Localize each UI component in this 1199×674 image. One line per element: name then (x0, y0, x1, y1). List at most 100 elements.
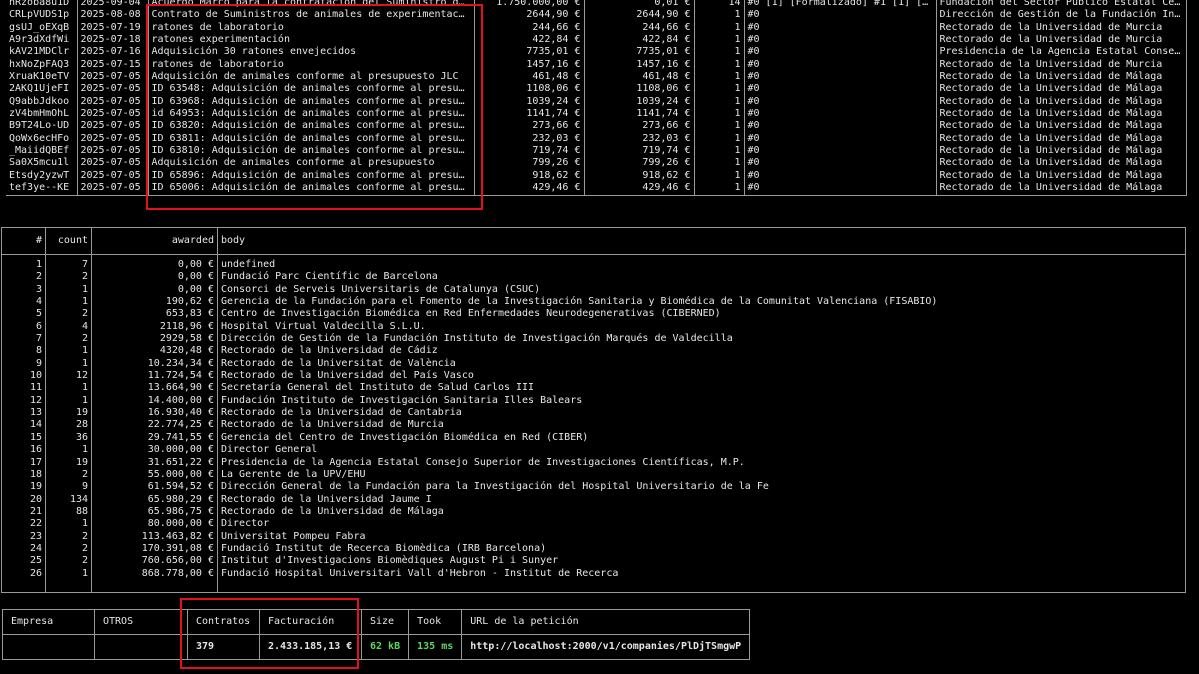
row-body: Director (217, 518, 1186, 531)
table-row[interactable]: 14 28 22.774,25 € Rectorado de la Universid… (2, 419, 1186, 432)
value-url-link[interactable]: http://localhost:2000/v1/companies/PlDjT… (461, 634, 750, 660)
contract-org: Dirección de Gestión de la Fundación Ins… (935, 9, 1187, 22)
table-row[interactable]: 21 88 65.986,75 € Rectorado de la Universid… (2, 505, 1186, 519)
table-row[interactable]: 24 2 170.391,08 € Fundació Institut de Rece… (2, 542, 1186, 556)
table-row[interactable]: Q9abbJdkoo 2025-07-05 ID 63968: Adquisició… (6, 95, 1187, 109)
contract-org: Rectorado de la Universidad de Málaga (935, 132, 1187, 146)
header-body[interactable]: body (217, 227, 1186, 255)
row-awarded: 10.234,34 € (91, 357, 218, 371)
table-row[interactable]: 11 1 13.664,90 € Secretaría General del Ins… (2, 382, 1186, 395)
row-count: 2 (45, 308, 92, 321)
contract-id: Etsdy2yzwT (9, 169, 70, 181)
contract-amount: 1108,06 € (473, 83, 584, 96)
table-row[interactable]: 7 2 2929,58 € Dirección de Gestión de la Fu… (2, 333, 1186, 346)
table-row[interactable]: Etsdy2yzwT 2025-07-05 ID 65896: Adquisició… (6, 169, 1187, 183)
row-awarded: 0,00 € (91, 254, 218, 272)
table-row[interactable]: 12 1 14.400,00 € Fundación Instituto de Inv… (2, 394, 1186, 408)
contract-date: 2025-07-05 (76, 83, 148, 96)
row-awarded: 65.980,29 € (91, 493, 218, 506)
contract-amount: 799,26 € (473, 157, 584, 170)
contract-org: Rectorado de la Universidad de Murcia (935, 58, 1187, 72)
header-count[interactable]: count (45, 227, 92, 255)
value-empresa (3, 635, 95, 660)
table-row[interactable]: 5 2 653,83 € Centro de Investigación Bioméd… (2, 308, 1186, 321)
contract-date: 2025-07-05 (76, 120, 148, 133)
contract-id: tef3ye--KE (6, 182, 77, 196)
row-body: Institut d'Investigacions Biomèdiques Au… (217, 555, 1186, 568)
table-row[interactable]: QoWx6ecHFo 2025-07-05 ID 63811: Adquisició… (6, 132, 1187, 146)
row-num: 23 (29, 530, 42, 542)
table-row[interactable]: hxNoZpFAQ3 2025-07-15 ratones de laborator… (6, 58, 1187, 72)
table-row[interactable]: 15 36 29.741,55 € Gerencia del Centro de In… (2, 431, 1186, 445)
table-row[interactable]: 3 1 0,00 € Consorci de Serveis Universitari… (2, 283, 1186, 297)
contract-count: 1 (693, 9, 744, 22)
table-row[interactable]: hRzoba8u1D 2025-09-04 Acuerdo Marco para l… (6, 0, 1187, 10)
table-row[interactable]: gsUJ_oEXqB 2025-07-19 ratones de laborator… (6, 21, 1187, 35)
table-row[interactable]: 19 9 61.594,52 € Dirección General de la Fu… (2, 481, 1186, 494)
table-row[interactable]: kAV21MDClr 2025-07-16 Adquisición 30 raton… (6, 46, 1187, 59)
contract-status: #0 (743, 34, 937, 47)
table-row[interactable]: 8 1 4320,48 € Rectorado de la Universidad d… (2, 345, 1186, 358)
summary-header-row: Empresa OTROS Contratos Facturación Size… (2, 609, 750, 635)
contract-date: 2025-09-04 (76, 0, 148, 10)
table-row[interactable]: 20 134 65.980,29 € Rectorado de la Universi… (2, 493, 1186, 506)
row-body: Presidencia de la Agencia Estatal Consej… (217, 456, 1186, 469)
table-row[interactable]: 1 7 0,00 € undefined (2, 254, 1186, 272)
contract-amount: 7735,01 € (473, 46, 584, 59)
contract-status: #0 (743, 132, 937, 146)
row-num: 22 (29, 518, 42, 530)
contract-id: zV4bmHmOhL (9, 108, 70, 120)
contract-title: Adquisición 30 ratones envejecidos (147, 46, 475, 59)
row-num: 3 (35, 283, 42, 295)
row-num: 7 (35, 333, 42, 345)
contract-org: Rectorado de la Universidad de Málaga (935, 71, 1187, 84)
header-num[interactable]: # (1, 227, 46, 255)
row-body: Rectorado de la Universidad de Murcia (217, 419, 1186, 432)
table-row[interactable]: Sa0X5mcu1l 2025-07-05 Adquisición de anima… (6, 157, 1187, 170)
contract-count: 14 (693, 0, 744, 10)
table-row[interactable]: 16 1 30.000,00 € Director General (2, 444, 1186, 457)
table-row[interactable]: 26 1 868.778,00 € Fundació Hospital Univers… (2, 567, 1186, 580)
table-row[interactable]: 25 2 760.656,00 € Institut d'Investigacions… (2, 555, 1186, 568)
row-num: 16 (29, 444, 42, 456)
contract-id: Sa0X5mcu1l (9, 157, 70, 169)
contract-id: 2AKQ1UjeFI (9, 83, 70, 95)
table-row[interactable]: 2 2 0,00 € Fundació Parc Científic de Barce… (2, 271, 1186, 284)
table-row[interactable]: 10 12 11.724,54 € Rectorado de la Universid… (2, 370, 1186, 383)
row-body: Fundació Institut de Recerca Biomèdica (… (217, 542, 1186, 556)
table-row[interactable]: XruaK10eTV 2025-07-05 Adquisición de anima… (6, 71, 1187, 84)
table-row[interactable]: 2AKQ1UjeFI 2025-07-05 ID 63548: Adquisició… (6, 83, 1187, 96)
header-url: URL de la petición (461, 609, 750, 635)
contract-date: 2025-07-05 (76, 132, 148, 146)
row-count: 1 (45, 444, 92, 457)
table-row[interactable]: zV4bmHmOhL 2025-07-05 id 64953: Adquisició… (6, 108, 1187, 121)
row-awarded: 760.656,00 € (91, 555, 218, 568)
table-row[interactable]: A9r3dXdfWi 2025-07-18 ratones experimentac… (6, 34, 1187, 47)
contract-awarded: 244,66 € (583, 21, 694, 35)
row-body: Fundació Hospital Universitari Vall d'He… (217, 567, 1186, 580)
contract-title: Adquisición de animales conforme al pres… (147, 71, 475, 84)
table-row[interactable]: 22 1 80.000,00 € Director (2, 518, 1186, 531)
table-row[interactable]: _MaiidQBEf 2025-07-05 ID 63810: Adquisició… (6, 145, 1187, 158)
contract-status: #0 (743, 169, 937, 183)
table-row[interactable]: tef3ye--KE 2025-07-05 ID 65006: Adquisició… (6, 182, 1187, 196)
contract-org: Rectorado de la Universidad de Málaga (935, 120, 1187, 133)
table-row[interactable]: 23 2 113.463,82 € Universitat Pompeu Fabra (2, 530, 1186, 543)
contract-count: 1 (693, 120, 744, 133)
table-row[interactable]: 4 1 190,62 € Gerencia de la Fundación para … (2, 296, 1186, 309)
table-row[interactable]: 17 19 31.651,22 € Presidencia de la Agencia… (2, 456, 1186, 469)
row-count: 1 (45, 296, 92, 309)
contract-amount: 461,48 € (473, 71, 584, 84)
row-num: 24 (29, 542, 42, 554)
row-count: 2 (45, 542, 92, 556)
table-row[interactable]: CRLpVUDS1p 2025-08-08 Contrato de Suminist… (6, 9, 1187, 22)
table-row[interactable]: 9 1 10.234,34 € Rectorado de la Universitat… (2, 357, 1186, 371)
table-row[interactable]: 6 4 2118,96 € Hospital Virtual Valdecilla S… (2, 320, 1186, 334)
table-row[interactable]: B9T24Lo-UD 2025-07-05 ID 63820: Adquisició… (6, 120, 1187, 133)
row-num: 25 (29, 555, 42, 567)
contract-amount: 918,62 € (473, 169, 584, 183)
contract-id: B9T24Lo-UD (9, 120, 70, 132)
header-awarded[interactable]: awarded (91, 227, 218, 255)
table-row[interactable]: 18 2 55.000,00 € La Gerente de la UPV/EHU (2, 468, 1186, 482)
table-row[interactable]: 13 19 16.930,40 € Rectorado de la Universid… (2, 407, 1186, 420)
